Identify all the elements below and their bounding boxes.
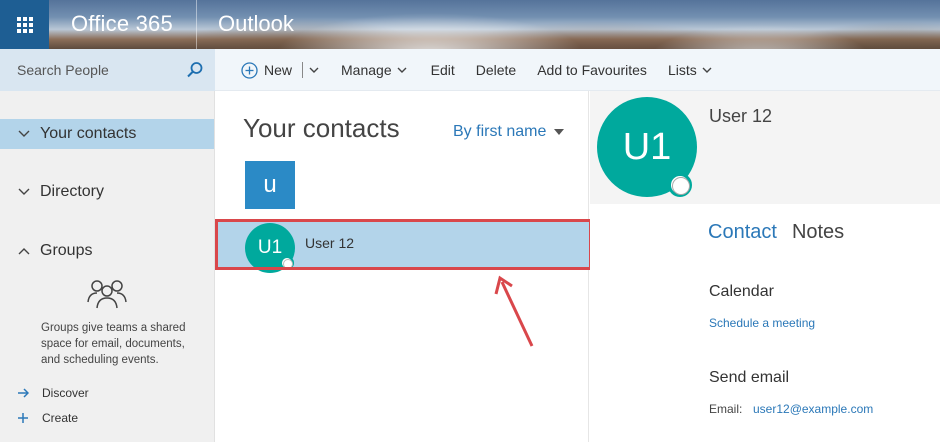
groups-description: Groups give teams a shared space for ema… xyxy=(41,322,186,366)
chevron-down-icon xyxy=(18,188,30,195)
new-label: New xyxy=(264,62,293,78)
chevron-up-icon xyxy=(18,248,30,255)
detail-contact-name: User 12 xyxy=(709,106,773,126)
edit-button[interactable]: Edit xyxy=(431,49,455,91)
office-365-brand[interactable]: Office 365 xyxy=(71,11,173,37)
plus-icon xyxy=(18,413,28,423)
groups-people-icon xyxy=(87,280,127,309)
nav-label: Directory xyxy=(40,183,105,200)
nav-item-directory[interactable]: Directory xyxy=(0,177,214,207)
suite-header: Office 365 Outlook xyxy=(0,0,940,49)
lists-button[interactable]: Lists xyxy=(668,49,712,91)
chevron-down-icon xyxy=(397,67,407,73)
toolbar: New Manage Edit Delete Add to Favourites… xyxy=(241,49,712,91)
app-name[interactable]: Outlook xyxy=(218,11,294,37)
send-email-section-title: Send email xyxy=(709,369,790,386)
app-launcher-button[interactable] xyxy=(0,0,49,49)
search-input[interactable] xyxy=(17,62,177,78)
detail-header: U1 User 12 xyxy=(590,91,940,204)
letter-group-header[interactable]: u xyxy=(245,161,295,209)
chevron-down-icon xyxy=(18,130,30,137)
list-title: Your contacts xyxy=(243,113,400,143)
manage-label: Manage xyxy=(341,62,392,78)
left-navigation: Your contacts Directory Groups Groups gi… xyxy=(0,91,215,442)
chevron-down-icon xyxy=(309,67,319,73)
presence-status-icon xyxy=(280,256,294,270)
contact-list-item[interactable]: U1 User 12 xyxy=(215,221,589,273)
calendar-section-title: Calendar xyxy=(709,283,774,300)
nav-item-groups[interactable]: Groups xyxy=(0,236,214,266)
email-label: Email: xyxy=(709,402,743,416)
command-bar: New Manage Edit Delete Add to Favourites… xyxy=(0,49,940,91)
sort-dropdown[interactable]: By first name xyxy=(453,123,565,141)
delete-button[interactable]: Delete xyxy=(476,49,516,91)
schedule-meeting-link[interactable]: Schedule a meeting xyxy=(709,316,815,330)
contact-name: User 12 xyxy=(305,235,355,251)
new-button[interactable]: New xyxy=(241,49,292,91)
add-to-favourites-button[interactable]: Add to Favourites xyxy=(537,49,647,91)
manage-button[interactable]: Manage xyxy=(341,49,407,91)
contact-detail-pane: U1 User 12 Contact Notes Calendar Schedu… xyxy=(590,91,940,442)
nav-label: Your contacts xyxy=(40,125,137,142)
chevron-down-icon xyxy=(702,67,712,73)
new-dropdown-button[interactable] xyxy=(309,49,319,91)
create-label: Create xyxy=(42,411,79,425)
search-icon[interactable] xyxy=(186,61,204,79)
nav-label: Groups xyxy=(40,242,93,259)
new-split-divider xyxy=(302,62,304,78)
nav-item-your-contacts[interactable]: Your contacts xyxy=(0,119,214,149)
email-link[interactable]: user12@example.com xyxy=(753,402,873,416)
header-divider xyxy=(196,0,197,49)
discover-link[interactable]: Discover xyxy=(17,385,89,401)
lists-label: Lists xyxy=(667,62,697,78)
presence-status-icon xyxy=(668,173,692,197)
contact-list-pane: Your contacts By first name u U1 User 12 xyxy=(215,91,589,442)
discover-label: Discover xyxy=(42,386,89,400)
tab-contact[interactable]: Contact xyxy=(708,221,777,244)
create-link[interactable]: Create xyxy=(17,410,78,426)
sort-label: By first name xyxy=(453,123,547,140)
detail-tabs: Contact Notes xyxy=(708,221,859,244)
plus-circle-icon xyxy=(241,61,258,79)
arrow-right-icon xyxy=(18,388,29,398)
search-box[interactable] xyxy=(0,49,215,91)
waffle-icon xyxy=(16,16,33,33)
caret-down-icon xyxy=(554,129,565,135)
tab-notes[interactable]: Notes xyxy=(792,221,844,244)
